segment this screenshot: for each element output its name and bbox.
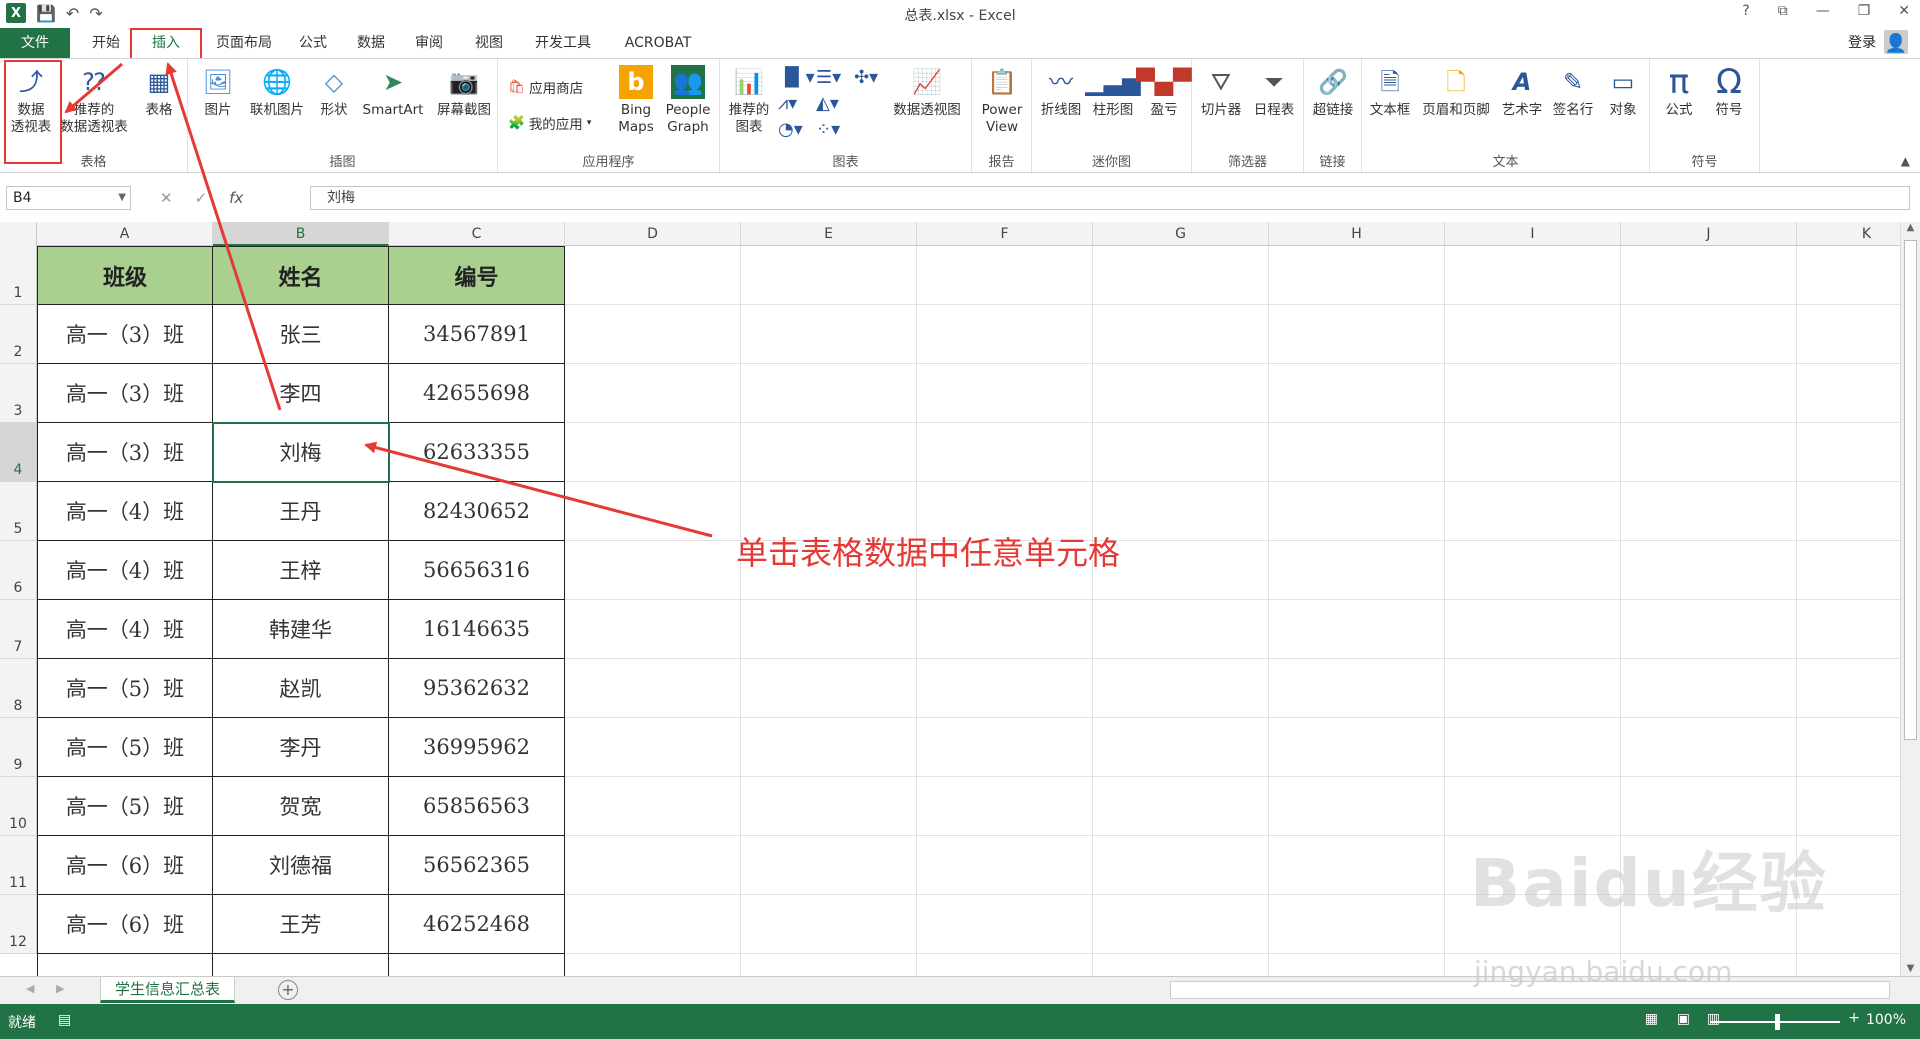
arrow-to-cell <box>364 441 713 538</box>
annotation-arrows <box>64 62 713 538</box>
arrow-to-pivot-button <box>64 62 123 114</box>
arrow-to-insert-tab <box>165 62 282 411</box>
